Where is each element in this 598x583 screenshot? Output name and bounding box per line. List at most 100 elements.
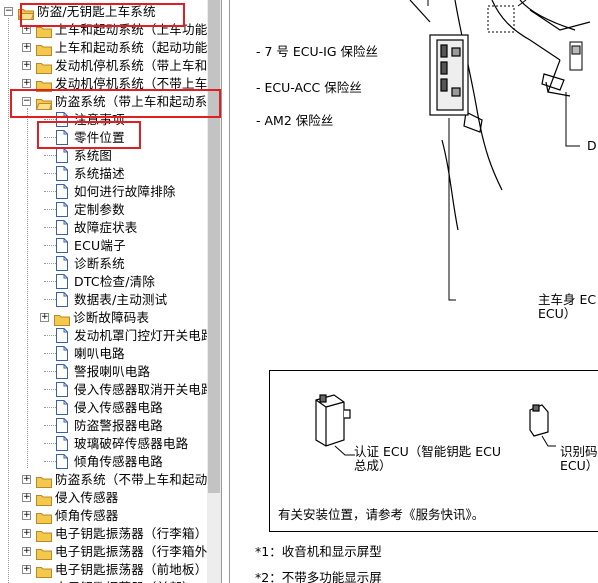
- tree-branch-line: [44, 281, 56, 282]
- tree-branch-line: [44, 425, 56, 426]
- document-page-icon: [56, 274, 68, 289]
- expand-toggle-icon[interactable]: +: [22, 529, 31, 538]
- document-page-icon: [56, 292, 68, 307]
- document-page-icon: [56, 202, 68, 217]
- tree-folder-item[interactable]: + 倾角传感器: [0, 507, 207, 525]
- highlight-root-folder: [20, 3, 185, 27]
- document-page-icon: [56, 148, 68, 163]
- tree-folder-item[interactable]: + 上车和起动系统（起动功能: [0, 39, 207, 57]
- tree-page-item[interactable]: 倾角传感器电路: [0, 453, 207, 471]
- tree-item-label: DTC检查/清除: [74, 274, 156, 289]
- tree-folder-item[interactable]: + 电子钥匙振荡器（行李箱）: [0, 525, 207, 543]
- tree-branch-line: [44, 443, 56, 444]
- tree-branch-line: [44, 299, 56, 300]
- document-page-icon: [56, 166, 68, 181]
- tree-branch-line: [44, 245, 56, 246]
- tree-folder-item[interactable]: + 发动机停机系统（带上车和: [0, 57, 207, 75]
- footnote-2: *2：不带多功能显示屏: [255, 570, 382, 583]
- pane-splitter[interactable]: [221, 0, 229, 583]
- highlight-part-location: [37, 121, 141, 149]
- tree-item-label: 发动机罩门控灯开关电路: [74, 328, 207, 343]
- tree-branch-line: [44, 263, 56, 264]
- expand-toggle-icon[interactable]: +: [40, 313, 49, 322]
- fuse-ecu-acc-text: - ECU-ACC 保险丝: [256, 80, 362, 95]
- tree-branch-line: [44, 335, 56, 336]
- cert-ecu-label-line2: 总成）: [354, 458, 392, 473]
- tree-item-label: 发动机停机系统（带上车和: [55, 58, 207, 73]
- expand-toggle-icon[interactable]: +: [22, 565, 31, 574]
- tree-item-label: 诊断故障码表: [73, 310, 150, 325]
- tree-item-label: 电子钥匙振荡器（行李箱）: [55, 526, 207, 541]
- tree-branch-line: [44, 155, 56, 156]
- document-page-icon: [56, 400, 68, 415]
- document-page-icon: [56, 454, 68, 469]
- tree-page-item[interactable]: 侵入传感器电路: [0, 399, 207, 417]
- tree-item-label: 如何进行故障排除: [74, 184, 176, 199]
- document-page-icon: [56, 346, 68, 361]
- fuse-am2-text: - AM2 保险丝: [256, 113, 334, 128]
- tree-folder-item[interactable]: + 防盗系统（不带上车和起动: [0, 471, 207, 489]
- tree-page-item[interactable]: 侵入传感器取消开关电路: [0, 381, 207, 399]
- tree-page-item[interactable]: 故障症状表: [0, 219, 207, 237]
- tree-branch-line: [44, 371, 56, 372]
- callout-d-label: D: [587, 138, 597, 153]
- collapse-toggle-icon[interactable]: −: [4, 7, 13, 16]
- tree-item-label: 上车和起动系统（起动功能: [55, 40, 207, 55]
- tree-folder-item[interactable]: + 侵入传感器: [0, 489, 207, 507]
- folder-icon: [36, 509, 52, 524]
- tree-item-label: 防盗警报器电路: [74, 418, 163, 433]
- document-pane: - 7 号 ECU-IG 保险丝 - ECU-ACC 保险丝 - AM2 保险丝…: [230, 0, 598, 583]
- tree-branch-line: [44, 407, 56, 408]
- tree-item-label: 故障症状表: [74, 220, 138, 235]
- document-page-icon: [56, 382, 68, 397]
- tree-page-item[interactable]: DTC检查/清除: [0, 273, 207, 291]
- footnote-1: *1：收音机和显示屏型: [255, 544, 382, 559]
- tree-folder-item[interactable]: + 诊断故障码表: [0, 309, 207, 327]
- tree-folder-item[interactable]: + 电子钥匙振荡器（前地板）: [0, 561, 207, 579]
- tree-item-label: 数据表/主动测试: [74, 292, 168, 307]
- install-note: 有关安装位置，请参考《服务快讯》。: [278, 507, 485, 522]
- folder-icon: [36, 59, 52, 74]
- tree-item-label: ECU端子: [74, 238, 126, 253]
- tree-page-item[interactable]: 定制参数: [0, 201, 207, 219]
- tree-item-label: 防盗系统（不带上车和起动: [55, 472, 207, 487]
- tree-page-item[interactable]: 玻璃破碎传感器电路: [0, 435, 207, 453]
- tree-folder-item[interactable]: + 电子钥匙振荡器（行李箱外: [0, 543, 207, 561]
- tree-page-item[interactable]: ECU端子: [0, 237, 207, 255]
- tree-page-item[interactable]: 发动机罩门控灯开关电路: [0, 327, 207, 345]
- expand-toggle-icon[interactable]: +: [22, 511, 31, 520]
- expand-toggle-icon[interactable]: +: [22, 61, 31, 70]
- tree-page-item[interactable]: 诊断系统: [0, 255, 207, 273]
- folder-icon: [36, 41, 52, 56]
- tree-page-item[interactable]: 如何进行故障排除: [0, 183, 207, 201]
- tree-page-item[interactable]: 防盗警报器电路: [0, 417, 207, 435]
- expand-toggle-icon[interactable]: +: [22, 43, 31, 52]
- tree-item-label: 喇叭电路: [74, 346, 125, 361]
- document-page-icon: [56, 328, 68, 343]
- tree-page-item[interactable]: 警报喇叭电路: [0, 363, 207, 381]
- folder-icon: [36, 563, 52, 578]
- tree-item-label: 警报喇叭电路: [74, 364, 151, 379]
- tree-item-label: 诊断系统: [74, 256, 125, 271]
- tree-page-item[interactable]: 系统描述: [0, 165, 207, 183]
- document-page-icon: [56, 184, 68, 199]
- expand-toggle-icon[interactable]: +: [22, 475, 31, 484]
- expand-toggle-icon[interactable]: +: [22, 493, 31, 502]
- tree-scrollbar-thumb[interactable]: [208, 0, 220, 493]
- main-body-ecu-label-line2: ECU）: [538, 306, 577, 321]
- tree-folder-item[interactable]: +电子钥匙振荡器（前部）: [0, 579, 207, 583]
- document-page-icon: [56, 220, 68, 235]
- document-page-icon: [56, 418, 68, 433]
- id-code-box-label-line2: ECU）: [560, 458, 598, 473]
- expand-toggle-icon[interactable]: +: [22, 79, 31, 88]
- tree-page-item[interactable]: 喇叭电路: [0, 345, 207, 363]
- document-page-icon: [56, 436, 68, 451]
- tree-branch-line: [44, 173, 56, 174]
- tree-page-item[interactable]: 数据表/主动测试: [0, 291, 207, 309]
- tree-page-item[interactable]: 系统图: [0, 147, 207, 165]
- expand-toggle-icon[interactable]: +: [22, 547, 31, 556]
- tree-item-label: 电子钥匙振荡器（前地板）: [55, 562, 207, 577]
- folder-icon: [54, 311, 70, 326]
- folder-icon: [36, 473, 52, 488]
- tree-branch-line: [44, 119, 56, 120]
